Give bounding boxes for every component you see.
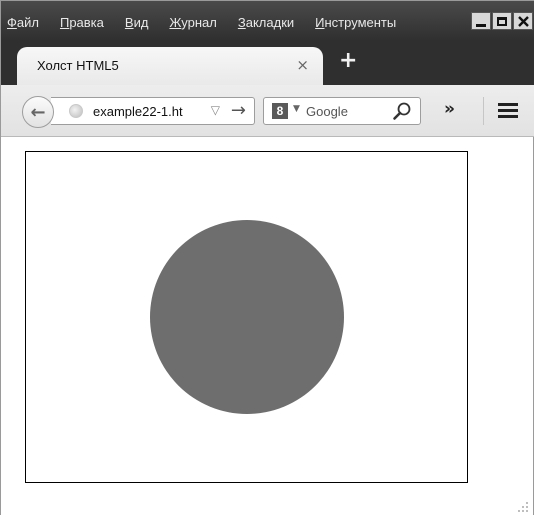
page-content: [1, 137, 533, 515]
search-input[interactable]: Google: [306, 104, 348, 119]
menu-history-mnemonic: Ж: [169, 15, 182, 30]
tab-active[interactable]: Холст HTML5 ×: [17, 47, 323, 85]
menu-edit[interactable]: Правка: [60, 15, 104, 30]
close-window-button[interactable]: [513, 12, 533, 30]
browser-window: Файл Правка Вид Журнал Закладки Инструме…: [0, 0, 534, 515]
navigation-bar: example22-1.ht ▽ → ← 8 ▼ Google »: [1, 85, 534, 137]
menu-history[interactable]: Журнал: [169, 15, 216, 30]
maximize-button[interactable]: [492, 12, 512, 30]
minimize-icon: [476, 23, 486, 27]
window-controls: [471, 12, 533, 30]
close-icon: [517, 15, 529, 27]
search-icon[interactable]: [392, 101, 412, 121]
menu-view-label: ид: [133, 15, 149, 30]
back-button[interactable]: ←: [22, 96, 54, 128]
title-bar: Файл Правка Вид Журнал Закладки Инструме…: [1, 1, 534, 41]
toolbar-separator: [483, 97, 484, 125]
html5-canvas: [25, 151, 468, 483]
overflow-chevron-button[interactable]: »: [444, 99, 455, 119]
menu-view-mnemonic: В: [124, 15, 134, 30]
resize-grip-icon[interactable]: [517, 501, 529, 513]
menu-edit-mnemonic: П: [59, 15, 70, 30]
tab-title: Холст HTML5: [37, 58, 119, 73]
menu-bookmarks-label: акладки: [245, 15, 295, 30]
menu-file[interactable]: Файл: [7, 15, 39, 30]
menu-file-mnemonic: Ф: [7, 15, 17, 30]
menu-history-label: урнал: [181, 15, 217, 30]
menu-view[interactable]: Вид: [125, 15, 149, 30]
hamburger-menu-icon[interactable]: [498, 103, 518, 119]
menu-edit-label: равка: [69, 15, 104, 30]
maximize-icon: [497, 16, 507, 26]
go-arrow-icon[interactable]: →: [231, 100, 246, 121]
tab-strip: Холст HTML5 × +: [1, 41, 534, 85]
url-bar[interactable]: example22-1.ht ▽ →: [51, 97, 255, 125]
filled-circle: [150, 220, 344, 414]
menu-bar: Файл Правка Вид Журнал Закладки Инструме…: [7, 15, 417, 30]
menu-bookmarks-mnemonic: З: [237, 15, 246, 30]
search-engine-icon[interactable]: 8: [272, 103, 288, 119]
menu-tools-label: нструменты: [324, 15, 397, 30]
engine-dropdown-icon[interactable]: ▼: [293, 104, 300, 114]
globe-icon: [69, 104, 83, 118]
new-tab-button[interactable]: +: [339, 50, 357, 72]
url-text[interactable]: example22-1.ht: [93, 104, 183, 119]
menu-tools[interactable]: Инструменты: [315, 15, 396, 30]
menu-tools-mnemonic: И: [315, 15, 325, 30]
search-bar[interactable]: 8 ▼ Google: [263, 97, 421, 125]
minimize-button[interactable]: [471, 12, 491, 30]
menu-bookmarks[interactable]: Закладки: [238, 15, 294, 30]
menu-file-label: айл: [16, 15, 39, 30]
back-arrow-icon: ←: [30, 101, 46, 123]
history-dropdown-icon[interactable]: ▽: [211, 103, 220, 117]
tab-close-icon[interactable]: ×: [296, 56, 309, 74]
